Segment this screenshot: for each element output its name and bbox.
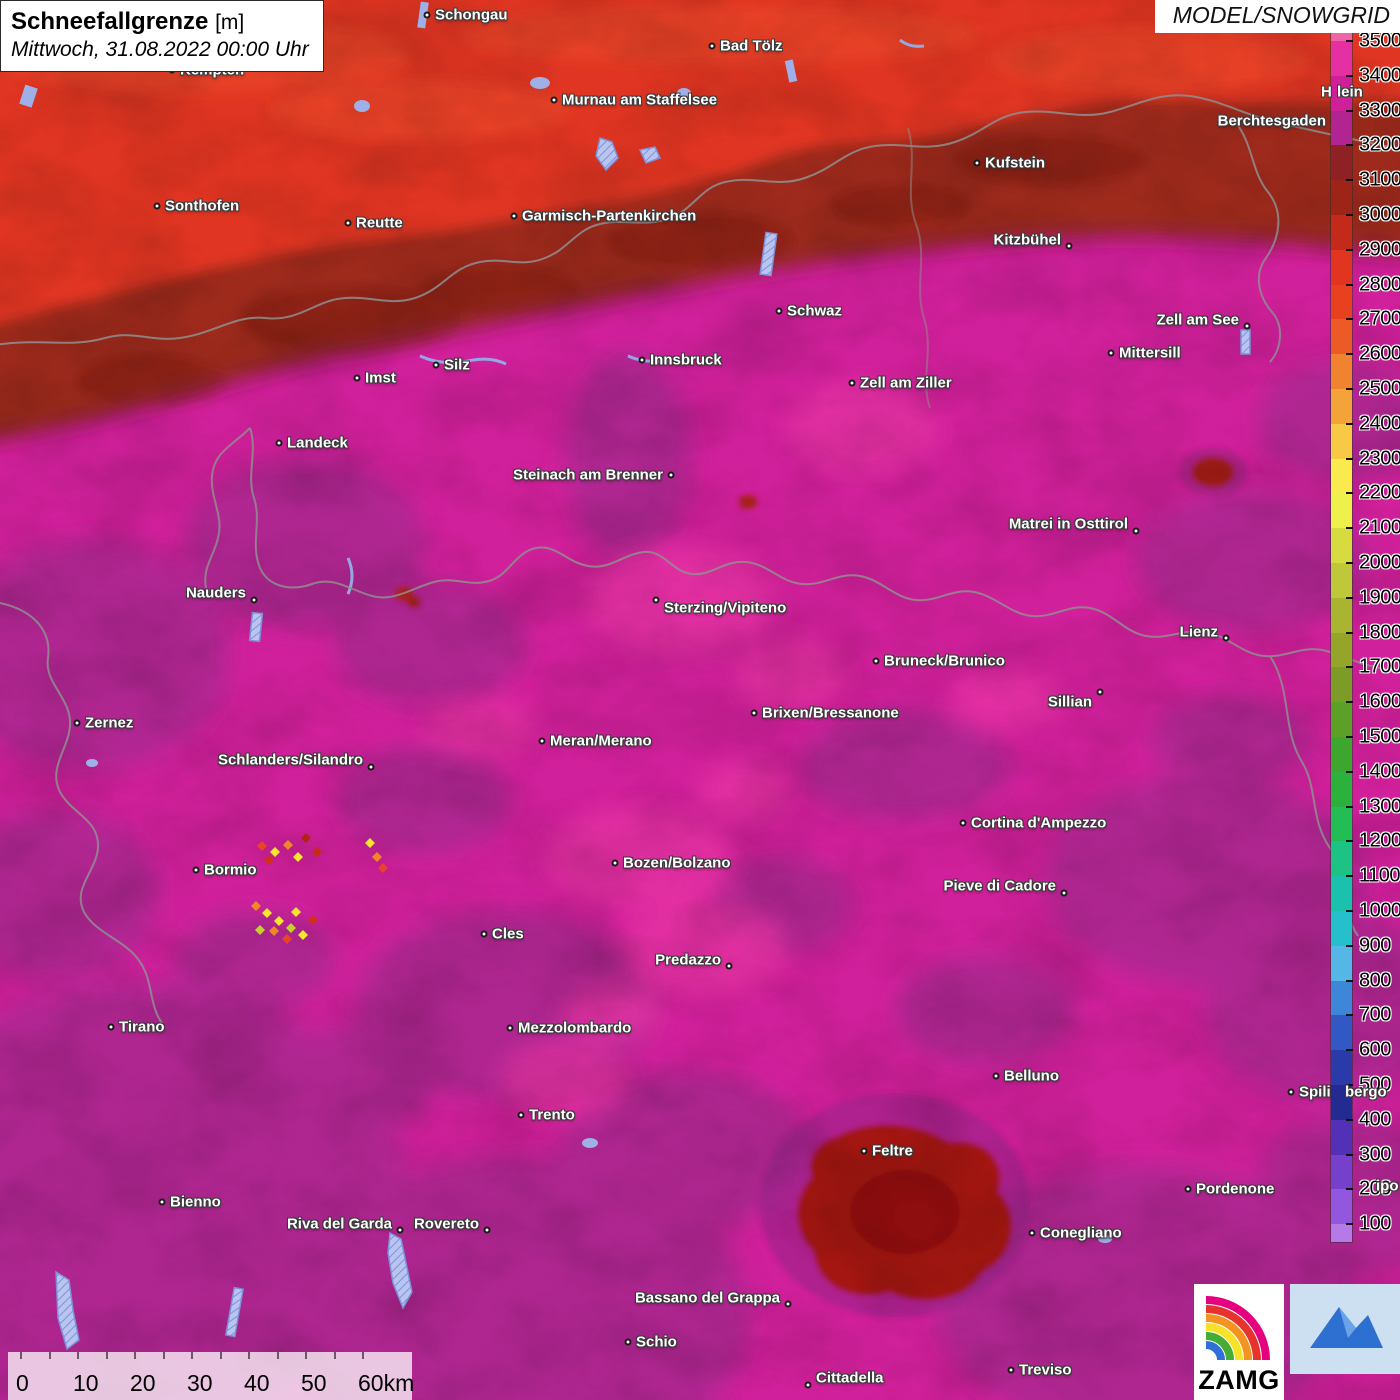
model-label: MODEL/SNOWGRID <box>1155 0 1400 33</box>
snowline-weather-map: SchongauBad TölzKemptenMurnau am Staffel… <box>0 0 1400 1400</box>
blue-mountain-logo <box>1290 1284 1400 1374</box>
zamg-logo: ZAMG <box>1194 1284 1284 1400</box>
map-unit: [m] <box>215 11 244 34</box>
title-box: Schneefallgrenze [m] Mittwoch, 31.08.202… <box>0 0 324 72</box>
map-title: Schneefallgrenze <box>11 8 208 35</box>
map-datetime: Mittwoch, 31.08.2022 00:00 Uhr <box>11 37 309 63</box>
partial-label-layer: Hlein bergo ipo <box>0 0 1400 1400</box>
partial-city-label: H <box>1321 84 1332 101</box>
zamg-rainbow-icon <box>1204 1290 1274 1362</box>
partial-city-label: lein <box>1337 84 1363 101</box>
partial-city-label: bergo <box>1345 1084 1387 1101</box>
mountain-icon <box>1290 1284 1400 1374</box>
zamg-wordmark: ZAMG <box>1198 1365 1279 1396</box>
map-title-line: Schneefallgrenze [m] <box>11 7 309 37</box>
partial-city-label: ipo <box>1376 1178 1399 1195</box>
